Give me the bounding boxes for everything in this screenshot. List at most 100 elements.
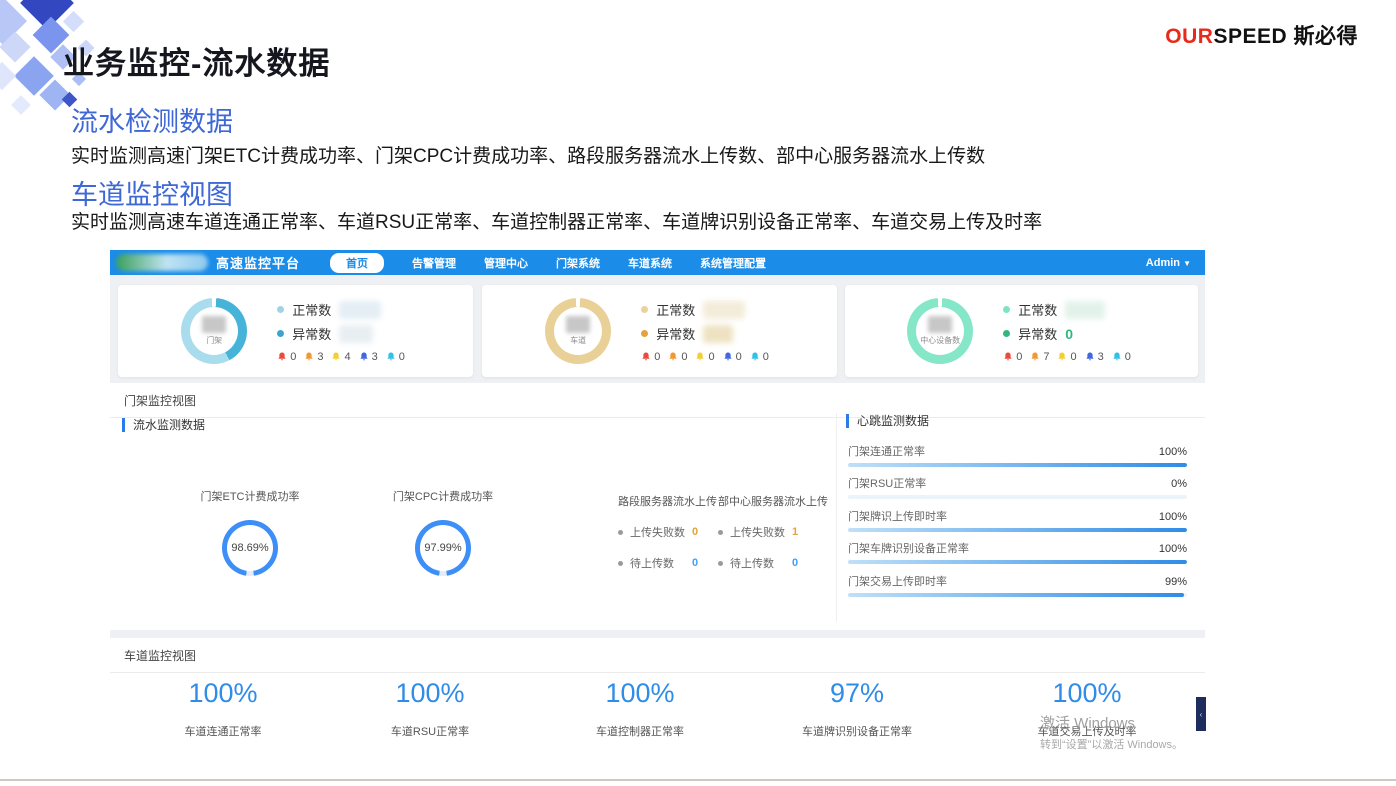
bell-icon bbox=[277, 351, 287, 362]
bell-count: 0 bbox=[708, 351, 714, 363]
bell-icon bbox=[695, 351, 705, 362]
redacted-value bbox=[703, 301, 745, 319]
bell-icon bbox=[641, 351, 651, 362]
upload-row-label: 待上传数 bbox=[730, 555, 792, 571]
dashboard-screenshot: 高速监控平台 首页 告警管理 管理中心 门架系统 车道系统 系统管理配置 Adm… bbox=[110, 250, 1205, 747]
bell-count: 0 bbox=[681, 351, 687, 363]
lane-stat: 100% 车道RSU正常率 bbox=[345, 678, 515, 739]
chevron-left-icon: ‹ bbox=[1200, 710, 1203, 719]
center-devices-donut-chart: 中心设备数 bbox=[907, 298, 973, 364]
donut-label: 门架 bbox=[206, 335, 222, 346]
heartbeat-panel-title: 心跳监测数据 bbox=[846, 412, 929, 429]
collapse-side-tab[interactable]: ‹ bbox=[1196, 697, 1206, 731]
bullet-dot bbox=[618, 530, 623, 535]
bell-icon bbox=[1057, 351, 1067, 362]
bell-icon bbox=[668, 351, 678, 362]
nav-item-system-config[interactable]: 系统管理配置 bbox=[700, 255, 766, 271]
progress-fill bbox=[848, 528, 1187, 532]
heartbeat-metric: 门架车牌识别设备正常率100% bbox=[848, 540, 1187, 564]
cpc-success-gauge: 门架CPC计费成功率 97.99% bbox=[378, 488, 508, 576]
nav-item-home[interactable]: 首页 bbox=[330, 253, 384, 273]
abnormal-count-label: 异常数 bbox=[1018, 324, 1057, 343]
legend-dot bbox=[277, 306, 284, 313]
legend-dot bbox=[1003, 306, 1010, 313]
dashboard-navbar: 高速监控平台 首页 告警管理 管理中心 门架系统 车道系统 系统管理配置 Adm… bbox=[110, 250, 1205, 275]
progress-track bbox=[848, 528, 1187, 532]
nav-item-alerts[interactable]: 告警管理 bbox=[412, 255, 456, 271]
ministry-server-upload-group: 部中心服务器流水上传 上传失败数 1 待上传数 0 bbox=[718, 493, 838, 571]
bell-icon bbox=[304, 351, 314, 362]
legend-dot bbox=[641, 330, 648, 337]
bell-icon bbox=[750, 351, 760, 362]
section-heading-flow: 流水检测数据 bbox=[71, 100, 233, 139]
upload-row-label: 待上传数 bbox=[630, 555, 692, 571]
bell-icon bbox=[1003, 351, 1013, 362]
bell-count: 3 bbox=[372, 351, 378, 363]
normal-count-label: 正常数 bbox=[292, 300, 331, 319]
bell-count: 0 bbox=[290, 351, 296, 363]
bell-icon bbox=[723, 351, 733, 362]
progress-track bbox=[848, 593, 1187, 597]
bullet-dot bbox=[718, 530, 723, 535]
chevron-down-icon: ▼ bbox=[1183, 259, 1191, 268]
bell-count: 0 bbox=[1125, 351, 1131, 363]
bullet-dot bbox=[718, 561, 723, 566]
abnormal-count-value: 0 bbox=[1065, 326, 1073, 342]
bell-count: 0 bbox=[763, 351, 769, 363]
company-logo: OURSPEED 斯必得 bbox=[1165, 20, 1358, 50]
flow-panel-title: 流水监测数据 bbox=[122, 416, 205, 433]
bell-count: 0 bbox=[1016, 351, 1022, 363]
nav-item-gantry-system[interactable]: 门架系统 bbox=[556, 255, 600, 271]
legend-dot bbox=[277, 330, 284, 337]
alarm-bell-counters: 0 3 4 3 0 bbox=[277, 351, 410, 363]
donut-label: 车道 bbox=[570, 335, 586, 346]
summary-card-center-devices: 中心设备数 正常数 异常数 0 0 7 0 3 0 bbox=[845, 285, 1198, 377]
progress-fill bbox=[848, 560, 1187, 564]
legend-dot bbox=[641, 306, 648, 313]
bullet-dot bbox=[618, 561, 623, 566]
bell-icon bbox=[1030, 351, 1040, 362]
bell-count: 3 bbox=[1098, 351, 1104, 363]
gantry-donut-chart: 门架 bbox=[181, 298, 247, 364]
bell-icon bbox=[386, 351, 396, 362]
normal-count-label: 正常数 bbox=[1018, 300, 1057, 319]
bell-count: 0 bbox=[1070, 351, 1076, 363]
redacted-value bbox=[566, 316, 590, 333]
gauge-label: 门架ETC计费成功率 bbox=[185, 488, 315, 504]
progress-fill bbox=[848, 463, 1187, 467]
windows-activation-watermark: 激活 Windows 转到“设置”以激活 Windows。 bbox=[1040, 712, 1183, 752]
nav-item-admin-center[interactable]: 管理中心 bbox=[484, 255, 528, 271]
heartbeat-metric: 门架交易上传即时率99% bbox=[848, 573, 1187, 597]
progress-track bbox=[848, 463, 1187, 467]
upload-row-value: 0 bbox=[692, 557, 698, 569]
heartbeat-metric: 门架连通正常率100% bbox=[848, 443, 1187, 467]
etc-success-gauge: 门架ETC计费成功率 98.69% bbox=[185, 488, 315, 576]
bell-count: 4 bbox=[344, 351, 350, 363]
navbar-logo-blurred bbox=[116, 254, 208, 271]
redacted-value bbox=[703, 325, 733, 343]
redacted-value bbox=[339, 301, 381, 319]
title-accent-bar bbox=[846, 414, 849, 428]
gantry-section-title: 门架监控视图 bbox=[110, 383, 1205, 418]
bell-count: 0 bbox=[736, 351, 742, 363]
redacted-value bbox=[339, 325, 373, 343]
bell-icon bbox=[331, 351, 341, 362]
bell-icon bbox=[359, 351, 369, 362]
bell-count: 0 bbox=[654, 351, 660, 363]
summary-card-gantry: 门架 正常数 异常数 0 3 4 3 0 bbox=[118, 285, 473, 377]
alarm-bell-counters: 0 0 0 0 0 bbox=[641, 351, 774, 363]
user-menu[interactable]: Admin ▼ bbox=[1146, 257, 1191, 269]
nav-item-lane-system[interactable]: 车道系统 bbox=[628, 255, 672, 271]
logo-text-our: OUR bbox=[1165, 25, 1213, 48]
lane-donut-chart: 车道 bbox=[545, 298, 611, 364]
gantry-monitor-section: 门架监控视图 流水监测数据 门架ETC计费成功率 98.69% 门架CPC计费成… bbox=[110, 383, 1205, 630]
bell-count: 7 bbox=[1043, 351, 1049, 363]
lane-stat: 97% 车道牌识别设备正常率 bbox=[772, 678, 942, 739]
bell-count: 0 bbox=[399, 351, 405, 363]
gauge-label: 门架CPC计费成功率 bbox=[378, 488, 508, 504]
page-title: 业务监控-流水数据 bbox=[63, 38, 330, 83]
lane-section-title: 车道监控视图 bbox=[110, 638, 1205, 673]
upload-row-label: 上传失败数 bbox=[630, 524, 692, 540]
normal-count-label: 正常数 bbox=[656, 300, 695, 319]
bell-count: 3 bbox=[317, 351, 323, 363]
